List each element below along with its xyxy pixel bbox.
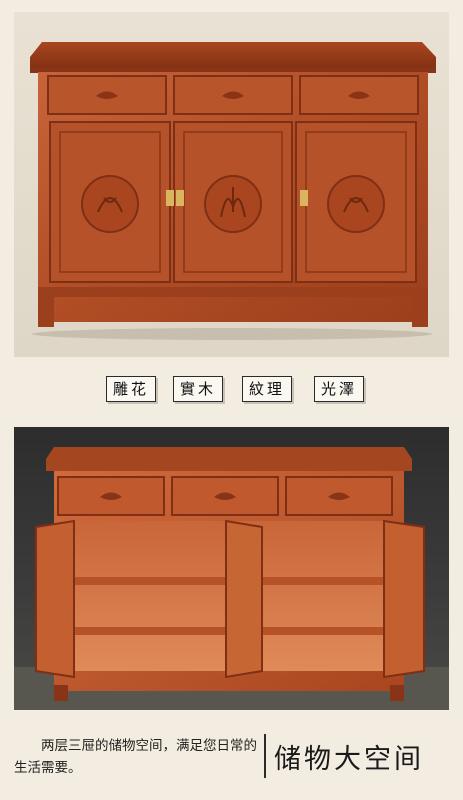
cabinet-open-illustration — [14, 447, 449, 710]
feature-tag-luster: 光澤 — [314, 376, 364, 402]
storage-description: 两层三屉的储物空间，满足您日常的生活需要。 — [14, 738, 257, 776]
door-row — [49, 121, 417, 283]
drawer-row — [47, 75, 419, 115]
feature-tag-row: 雕花 實木 紋理 光澤 — [0, 376, 463, 402]
cabinet-open-photo — [14, 427, 449, 710]
cabinet-closed-photo — [14, 12, 449, 357]
feature-tag-solid-wood: 實木 — [173, 376, 223, 402]
cabinet-closed-illustration — [30, 42, 436, 340]
title-divider — [264, 734, 266, 778]
feature-tag-carving: 雕花 — [106, 376, 156, 402]
feature-tag-grain: 紋理 — [242, 376, 292, 402]
storage-headline: 储物大空间 — [274, 744, 424, 775]
